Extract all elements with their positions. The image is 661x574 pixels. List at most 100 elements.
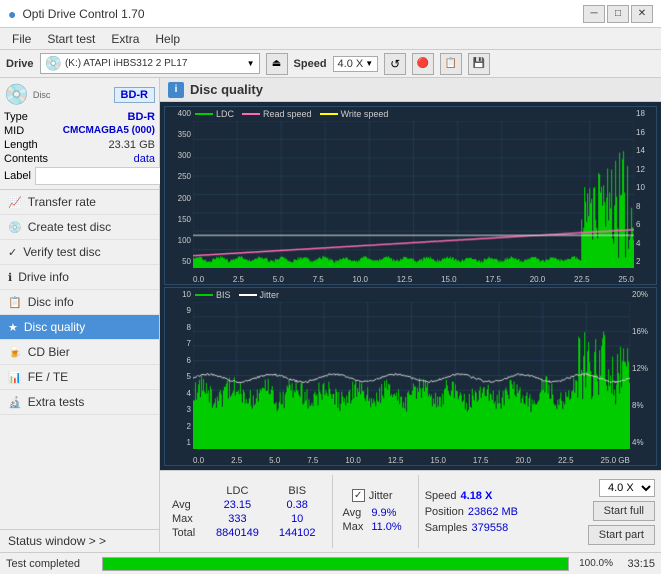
start-part-button[interactable]: Start part [588, 525, 655, 545]
nav-items: 📈 Transfer rate 💿 Create test disc ✓ Ver… [0, 190, 159, 529]
jitter-avg-value: 9.9% [367, 506, 405, 520]
title-bar-left: ● Opti Drive Control 1.70 [8, 6, 145, 22]
drive-info-label: Drive info [18, 270, 69, 284]
position-label: Position [425, 506, 464, 518]
bottom-bar: Test completed 100.0% 33:15 [0, 552, 661, 574]
app-title: Opti Drive Control 1.70 [22, 7, 144, 21]
col-header-bis: BIS [269, 484, 326, 498]
disc-contents-label: Contents [4, 153, 48, 165]
sidebar-item-verify-test-disc[interactable]: ✓ Verify test disc [0, 240, 159, 265]
time-display: 33:15 [619, 558, 655, 570]
chart2-legend: BIS Jitter [195, 290, 279, 300]
sidebar-item-disc-quality[interactable]: ★ Disc quality [0, 315, 159, 340]
status-window-label: Status window > > [8, 534, 106, 548]
verify-test-disc-label: Verify test disc [23, 245, 100, 259]
disc-label-text: Label [4, 170, 31, 182]
chart1-container: 50 100 150 200 250 300 350 400 2 4 6 8 1… [164, 106, 657, 285]
jitter-table: Avg 9.9% Max 11.0% [339, 506, 406, 534]
sidebar-item-transfer-rate[interactable]: 📈 Transfer rate [0, 190, 159, 215]
status-window-btn[interactable]: Status window > > [0, 529, 159, 552]
disc-info-label: Disc info [28, 295, 74, 309]
stats-table: LDC BIS Avg 23.15 0.38 Max 333 10 [166, 484, 326, 540]
main-layout: 💿 Disc BD-R Type BD-R MID CMCMAGBA5 (000… [0, 78, 661, 552]
drive-eject-btn[interactable]: ⏏ [266, 53, 288, 75]
stats-row-total: Total 8840149 144102 [166, 526, 326, 540]
speed-btn2[interactable]: 🔴 [412, 53, 434, 75]
status-text: Test completed [6, 558, 96, 570]
drive-selector[interactable]: 💿 (K:) ATAPI iHBS312 2 PL17 ▼ [40, 53, 260, 74]
sidebar-item-disc-info[interactable]: 📋 Disc info [0, 290, 159, 315]
speed-btn3[interactable]: 📋 [440, 53, 462, 75]
drive-bar: Drive 💿 (K:) ATAPI iHBS312 2 PL17 ▼ ⏏ Sp… [0, 50, 661, 78]
speed-selector[interactable]: 4.0 X ▼ [333, 56, 379, 72]
sidebar-item-fe-te[interactable]: 📊 FE / TE [0, 365, 159, 390]
disc-length-value: 23.31 GB [109, 139, 155, 151]
speed-dropdown-row: 4.0 X 2.0 X 1.0 X [599, 479, 655, 497]
action-section: 4.0 X 2.0 X 1.0 X Start full Start part [588, 479, 655, 545]
minimize-button[interactable]: ─ [583, 5, 605, 23]
legend-read-speed: Read speed [242, 109, 312, 119]
menu-help[interactable]: Help [147, 30, 188, 48]
stats-total-label: Total [166, 526, 206, 540]
charts-area: 50 100 150 200 250 300 350 400 2 4 6 8 1… [160, 102, 661, 470]
drive-dropdown-icon: ▼ [247, 59, 255, 68]
disc-type-row: Type BD-R [4, 111, 155, 123]
legend-ldc-label: LDC [216, 109, 234, 119]
chart2-y-axis-right: 4% 8% 12% 16% 20% [630, 288, 656, 449]
legend-read-label: Read speed [263, 109, 312, 119]
close-button[interactable]: ✕ [631, 5, 653, 23]
stats-max-bis: 10 [269, 512, 326, 526]
title-controls: ─ □ ✕ [583, 5, 653, 23]
speed-stat-label: Speed [425, 490, 457, 502]
speed-dropdown-icon: ▼ [365, 59, 373, 68]
verify-test-disc-icon: ✓ [8, 246, 17, 259]
chart1-legend: LDC Read speed Write speed [195, 109, 388, 119]
menu-file[interactable]: File [4, 30, 39, 48]
disc-type-value: BD-R [128, 111, 156, 123]
disc-icon: 💿 [4, 82, 29, 107]
fe-te-label: FE / TE [28, 370, 68, 384]
app-icon: ● [8, 6, 16, 22]
drive-device-icon: 💿 [45, 55, 62, 72]
menu-start-test[interactable]: Start test [39, 30, 103, 48]
maximize-button[interactable]: □ [607, 5, 629, 23]
sidebar-item-drive-info[interactable]: ℹ Drive info [0, 265, 159, 290]
sidebar-item-cd-bier[interactable]: 🍺 CD Bier [0, 340, 159, 365]
samples-label: Samples [425, 522, 468, 534]
chart1-canvas [193, 121, 634, 268]
stats-total-ldc: 8840149 [206, 526, 269, 540]
stats-avg-bis: 0.38 [269, 498, 326, 512]
legend-write-label: Write speed [341, 109, 389, 119]
legend-ldc: LDC [195, 109, 234, 119]
disc-quality-header: i Disc quality [160, 78, 661, 102]
disc-info-icon: 📋 [8, 296, 22, 309]
jitter-label: Jitter [369, 490, 393, 502]
samples-value: 379558 [472, 522, 509, 534]
jitter-checkbox[interactable]: ✓ [352, 489, 365, 502]
sidebar-item-extra-tests[interactable]: 🔬 Extra tests [0, 390, 159, 415]
speed-btn4[interactable]: 💾 [468, 53, 490, 75]
drive-info-icon: ℹ [8, 271, 12, 284]
legend-write-speed: Write speed [320, 109, 389, 119]
disc-label-input[interactable] [35, 167, 171, 185]
speed-btn1[interactable]: ↺ [384, 53, 406, 75]
position-value: 23862 MB [468, 506, 518, 518]
chart1-x-axis: 0.0 2.5 5.0 7.5 10.0 12.5 15.0 17.5 20.0… [193, 275, 634, 284]
transfer-rate-icon: 📈 [8, 196, 22, 209]
stats-row-avg: Avg 23.15 0.38 [166, 498, 326, 512]
create-test-disc-icon: 💿 [8, 221, 22, 234]
start-full-button[interactable]: Start full [593, 501, 655, 521]
stats-row-max: Max 333 10 [166, 512, 326, 526]
create-test-disc-label: Create test disc [28, 220, 111, 234]
stats-max-label: Max [166, 512, 206, 526]
stats-max-ldc: 333 [206, 512, 269, 526]
progress-fill [103, 558, 568, 570]
legend-bis: BIS [195, 290, 231, 300]
speed-dropdown-select[interactable]: 4.0 X 2.0 X 1.0 X [599, 479, 655, 497]
extra-tests-label: Extra tests [28, 395, 85, 409]
checkmark-icon: ✓ [354, 490, 362, 501]
stats-total-bis: 144102 [269, 526, 326, 540]
menu-extra[interactable]: Extra [103, 30, 147, 48]
jitter-section: ✓ Jitter Avg 9.9% Max 11.0% [332, 475, 412, 548]
sidebar-item-create-test-disc[interactable]: 💿 Create test disc [0, 215, 159, 240]
